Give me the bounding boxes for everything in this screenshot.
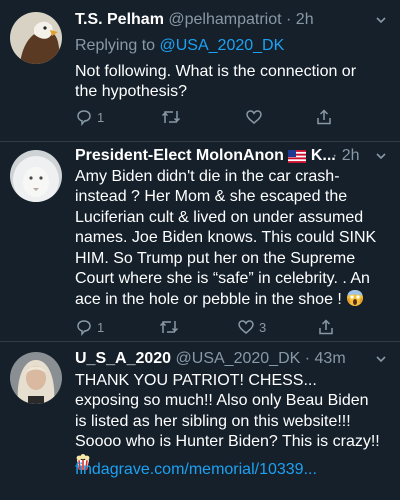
- eagle-avatar-image: [10, 12, 62, 64]
- white-lion-avatar-image: [10, 150, 62, 202]
- retweet-icon: [161, 111, 181, 123]
- heart-icon: [238, 320, 254, 334]
- tweet-actions: 1 3: [75, 317, 365, 337]
- display-name[interactable]: T.S. Pelham: [75, 11, 164, 28]
- retweet-button[interactable]: [161, 107, 181, 127]
- timestamp-wrap: · 2h: [332, 146, 360, 166]
- tweet-header: U_S_A_2020 @USA_2020_DK · 43m: [75, 349, 360, 369]
- reply-icon: [77, 110, 91, 126]
- like-button[interactable]: [245, 107, 263, 127]
- heart-icon: [246, 110, 262, 124]
- tweet-molonanon[interactable]: President-Elect MolonAnon K... · 2h Amy …: [0, 142, 400, 342]
- reply-count: 1: [97, 319, 105, 335]
- replying-to-handle[interactable]: @USA_2020_DK: [160, 37, 285, 54]
- retweet-icon: [159, 321, 179, 333]
- chevron-down-icon[interactable]: [376, 151, 386, 161]
- timestamp[interactable]: · 2h: [332, 147, 360, 164]
- us-flag-icon: [288, 150, 307, 163]
- tweet-link[interactable]: findagrave.com/memorial/10339...: [75, 460, 317, 480]
- tweet-text: Not following. What is the connection or…: [75, 63, 357, 101]
- handle[interactable]: @pelhampatriot: [168, 11, 281, 28]
- share-button[interactable]: [315, 107, 333, 127]
- tweet-text: THANK YOU PATRIOT! CHESS... exposing so …: [75, 372, 380, 451]
- reply-button[interactable]: 1: [75, 317, 104, 337]
- tweet-actions: 1: [75, 107, 365, 127]
- tweet-header: T.S. Pelham @pelhampatriot · 2h: [75, 10, 390, 30]
- tweet-text: Amy Biden didn't die in the car crash- i…: [75, 168, 377, 309]
- avatar-molonanon[interactable]: [10, 150, 62, 202]
- woman-avatar-image: [10, 352, 62, 404]
- share-button[interactable]: [317, 317, 335, 337]
- tweet-text-wrap: Amy Biden didn't die in the car crash- i…: [75, 167, 388, 311]
- timestamp[interactable]: · 43m: [305, 350, 346, 367]
- tweet-header: President-Elect MolonAnon K...: [75, 146, 360, 166]
- avatar-pelham[interactable]: [10, 12, 62, 64]
- timestamp[interactable]: · 2h: [286, 11, 314, 28]
- display-name[interactable]: President-Elect MolonAnon: [75, 147, 284, 164]
- tweet-usa2020[interactable]: U_S_A_2020 @USA_2020_DK · 43m THANK YOU …: [0, 342, 400, 500]
- tweet-pelham[interactable]: T.S. Pelham @pelhampatriot · 2h Replying…: [0, 0, 400, 140]
- reply-count: 1: [97, 109, 105, 125]
- chevron-down-icon[interactable]: [376, 354, 386, 364]
- share-icon: [319, 319, 333, 335]
- like-button[interactable]: 3: [237, 317, 266, 337]
- tweet-text-wrap: THANK YOU PATRIOT! CHESS... exposing so …: [75, 371, 382, 474]
- share-icon: [317, 109, 331, 125]
- like-count: 3: [259, 319, 267, 335]
- reply-icon: [77, 320, 91, 336]
- replying-prefix: Replying to: [75, 37, 160, 54]
- display-name[interactable]: U_S_A_2020: [75, 350, 171, 367]
- handle[interactable]: @USA_2020_DK: [176, 350, 301, 367]
- avatar-usa2020[interactable]: [10, 352, 62, 404]
- screaming-face-icon: [347, 290, 364, 307]
- replying-to-line: Replying to @USA_2020_DK: [75, 36, 284, 56]
- retweet-button[interactable]: [159, 317, 179, 337]
- chevron-down-icon[interactable]: [376, 15, 386, 25]
- reply-button[interactable]: 1: [75, 107, 104, 127]
